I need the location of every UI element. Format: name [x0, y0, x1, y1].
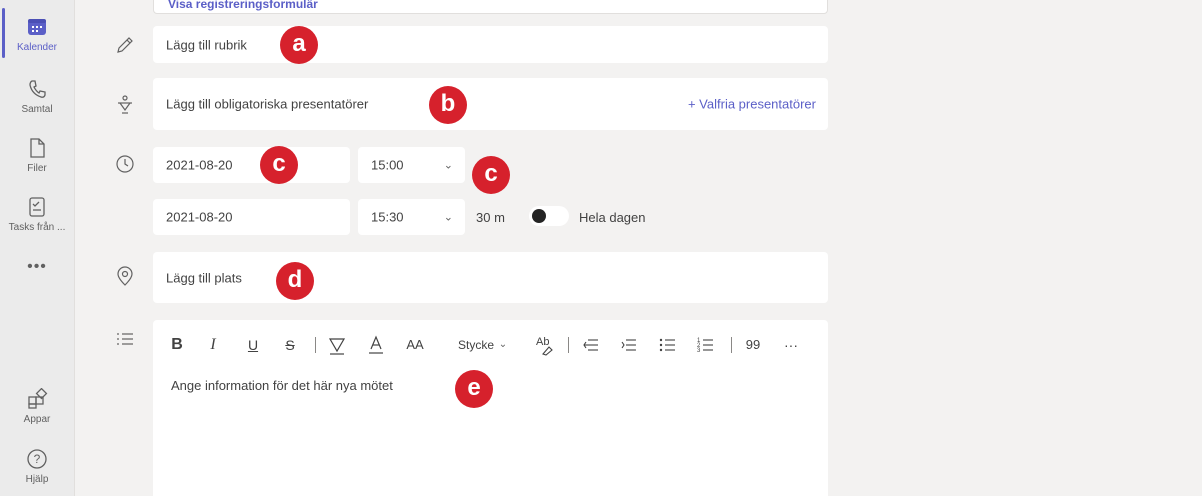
chevron-down-icon: ⌄	[443, 211, 453, 224]
rail-item-help[interactable]: ? Hjälp	[0, 448, 74, 485]
phone-icon	[29, 80, 46, 98]
rail-item-calendar[interactable]: Kalender	[0, 16, 74, 53]
registration-form-link[interactable]: Visa registreringsformulär	[168, 0, 318, 11]
format-painter-icon[interactable]: Ab	[535, 334, 555, 356]
toolbar-separator	[731, 337, 732, 353]
more-options-button[interactable]: ···	[782, 334, 800, 356]
font-color-icon[interactable]	[367, 334, 385, 356]
end-time-value: 15:30	[371, 209, 404, 225]
badge-a: a	[280, 26, 318, 64]
numbered-list-icon[interactable]: 123	[696, 334, 714, 356]
rail-item-files[interactable]: Filer	[0, 137, 74, 174]
badge-b: b	[429, 86, 467, 124]
start-date-value: 2021-08-20	[166, 157, 233, 173]
duration-label: 30 m	[476, 210, 505, 225]
rail-label-calendar: Kalender	[16, 42, 58, 53]
end-time-select[interactable]: 15:30 ⌄	[358, 199, 465, 235]
pencil-icon	[117, 37, 133, 53]
rail-label-apps: Appar	[23, 414, 51, 425]
app-rail: Kalender Samtal Filer Tasks från ... •••…	[0, 0, 75, 496]
presenters-input[interactable]: Lägg till obligatoriska presentatörer + …	[153, 78, 828, 130]
registration-form-box: Visa registreringsformulär	[153, 0, 828, 14]
chevron-down-icon: ⌄	[443, 159, 453, 172]
quote-button[interactable]: 99	[744, 334, 762, 356]
badge-c-date: c	[260, 146, 298, 184]
strikethrough-button[interactable]: S	[283, 334, 297, 356]
paragraph-select[interactable]: Stycke	[456, 334, 496, 356]
details-placeholder: Ange information för det här nya mötet	[171, 378, 393, 393]
end-date-value: 2021-08-20	[166, 209, 233, 225]
badge-c-time: c	[472, 156, 510, 194]
toggle-knob	[532, 209, 546, 223]
calendar-icon	[28, 19, 46, 35]
presenter-icon	[118, 95, 132, 114]
bullet-list-icon[interactable]	[658, 334, 676, 356]
start-time-select[interactable]: 15:00 ⌄	[358, 147, 465, 183]
badge-e: e	[455, 370, 493, 408]
rail-label-calls: Samtal	[21, 104, 53, 115]
rail-label-tasks: Tasks från ...	[8, 222, 66, 233]
rail-item-apps[interactable]: Appar	[0, 388, 74, 425]
svg-text:Ab: Ab	[536, 336, 549, 348]
highlight-icon[interactable]	[328, 334, 346, 356]
toolbar-separator	[568, 337, 569, 353]
toolbar-separator	[315, 337, 316, 353]
chevron-down-icon: ⌄	[498, 339, 508, 350]
end-date-input[interactable]: 2021-08-20	[153, 199, 350, 235]
badge-d: d	[276, 262, 314, 300]
all-day-toggle[interactable]	[529, 206, 569, 226]
svg-text:?: ?	[34, 452, 41, 466]
apps-icon	[28, 388, 48, 409]
tasks-icon	[29, 197, 45, 217]
presenters-placeholder: Lägg till obligatoriska presentatörer	[166, 96, 369, 112]
bold-button[interactable]: B	[170, 334, 184, 356]
title-input[interactable]: Lägg till rubrik	[153, 26, 828, 63]
start-time-value: 15:00	[371, 157, 404, 173]
title-placeholder: Lägg till rubrik	[166, 37, 247, 52]
clock-icon	[116, 155, 134, 173]
all-day-label: Hela dagen	[579, 210, 646, 225]
rail-item-calls[interactable]: Samtal	[0, 78, 74, 115]
location-placeholder: Lägg till plats	[166, 270, 242, 285]
more-apps-button[interactable]: •••	[0, 258, 74, 276]
decrease-indent-icon[interactable]	[582, 334, 600, 356]
underline-button[interactable]: U	[246, 334, 260, 356]
help-icon: ?	[27, 449, 47, 469]
increase-indent-icon[interactable]	[620, 334, 638, 356]
file-icon	[30, 138, 45, 158]
rail-item-tasks[interactable]: Tasks från ...	[0, 196, 74, 233]
location-input[interactable]: Lägg till plats	[153, 252, 828, 303]
italic-button[interactable]: I	[206, 334, 220, 356]
svg-text:3: 3	[697, 348, 701, 354]
optional-presenters-link[interactable]: + Valfria presentatörer	[688, 97, 816, 112]
location-icon	[117, 266, 133, 286]
details-icon	[117, 333, 133, 345]
start-date-input[interactable]: 2021-08-20	[153, 147, 350, 183]
rail-label-files: Filer	[27, 163, 47, 174]
rail-label-help: Hjälp	[25, 474, 49, 485]
font-size-button[interactable]: AA	[404, 334, 426, 356]
